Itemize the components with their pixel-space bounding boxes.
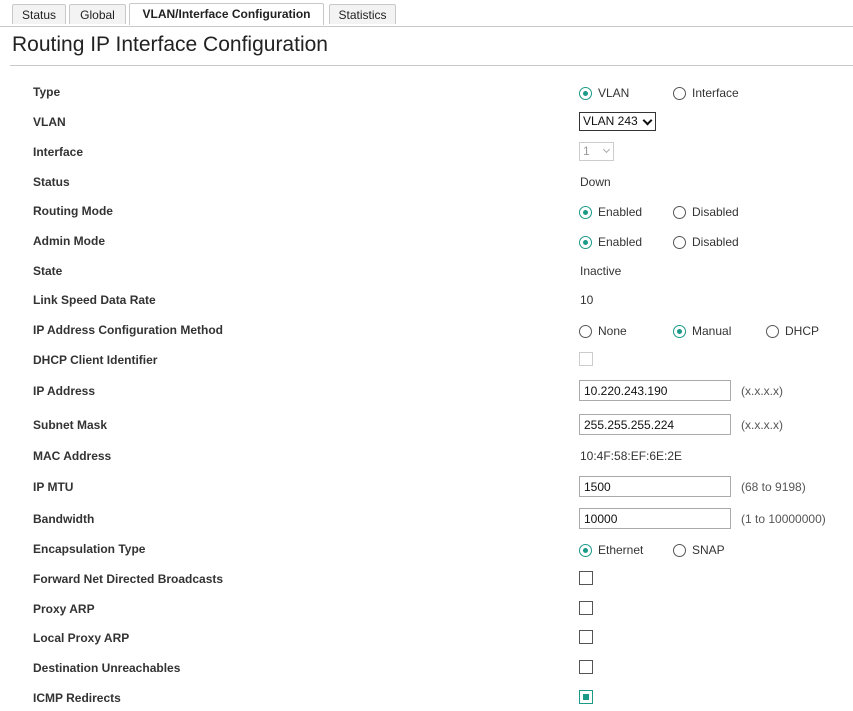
- ip-method-manual-radio[interactable]: Manual: [673, 322, 731, 340]
- row-type: Type VLAN Interface: [0, 81, 853, 105]
- routing-mode-label: Routing Mode: [33, 204, 113, 218]
- encapsulation-snap-radio[interactable]: SNAP: [673, 541, 725, 559]
- local-proxy-arp-checkbox[interactable]: [579, 630, 593, 644]
- bandwidth-input[interactable]: [579, 508, 731, 529]
- proxy-arp-label: Proxy ARP: [33, 602, 95, 616]
- encapsulation-ethernet-radio[interactable]: Ethernet: [579, 541, 643, 559]
- radio-icon: [579, 235, 592, 249]
- row-admin-mode: Admin Mode Enabled Disabled: [0, 230, 853, 254]
- type-vlan-radio[interactable]: VLAN: [579, 84, 629, 102]
- ip-address-hint: (x.x.x.x): [741, 384, 783, 398]
- radio-icon: [673, 86, 686, 100]
- row-vlan: VLAN VLAN 243: [0, 111, 853, 135]
- dhcp-client-id-label: DHCP Client Identifier: [33, 353, 158, 367]
- row-dest-unreach: Destination Unreachables: [0, 657, 853, 681]
- radio-icon: [673, 235, 686, 249]
- dhcp-client-id-checkbox[interactable]: [579, 352, 593, 366]
- status-value: Down: [580, 175, 611, 189]
- status-label: Status: [33, 175, 70, 189]
- page-title: Routing IP Interface Configuration: [12, 33, 328, 56]
- row-local-proxy-arp: Local Proxy ARP: [0, 627, 853, 651]
- state-value: Inactive: [580, 264, 622, 278]
- interface-select[interactable]: 1: [579, 142, 614, 161]
- ip-mtu-hint: (68 to 9198): [741, 480, 806, 494]
- row-state: State Inactive: [0, 260, 853, 284]
- row-ip-mtu: IP MTU (68 to 9198): [0, 476, 853, 500]
- local-proxy-arp-label: Local Proxy ARP: [33, 631, 130, 645]
- row-link-speed: Link Speed Data Rate 10: [0, 289, 853, 313]
- type-interface-radio[interactable]: Interface: [673, 84, 739, 102]
- type-label: Type: [33, 85, 61, 99]
- proxy-arp-checkbox[interactable]: [579, 601, 593, 615]
- row-interface: Interface 1: [0, 141, 853, 165]
- tab-bar: Status Global VLAN/Interface Configurati…: [0, 0, 853, 27]
- icmp-redirects-label: ICMP Redirects: [33, 691, 121, 705]
- admin-mode-enabled-radio[interactable]: Enabled: [579, 233, 642, 251]
- tab-global[interactable]: Global: [69, 4, 126, 24]
- row-icmp-redirects: ICMP Redirects: [0, 687, 853, 711]
- subnet-mask-label: Subnet Mask: [33, 418, 108, 432]
- ip-method-label: IP Address Configuration Method: [33, 323, 224, 337]
- chevron-down-icon: [602, 145, 611, 154]
- mac-address-value: 10:4F:58:EF:6E:2E: [580, 449, 683, 463]
- row-ip-address: IP Address (x.x.x.x): [0, 380, 853, 404]
- vlan-select[interactable]: VLAN 243: [579, 112, 656, 131]
- subnet-mask-hint: (x.x.x.x): [741, 418, 783, 432]
- row-bandwidth: Bandwidth (1 to 10000000): [0, 508, 853, 532]
- dest-unreach-checkbox[interactable]: [579, 660, 593, 674]
- ip-method-none-radio[interactable]: None: [579, 322, 627, 340]
- row-proxy-arp: Proxy ARP: [0, 598, 853, 622]
- vlan-label: VLAN: [33, 115, 66, 129]
- row-mac-address: MAC Address 10:4F:58:EF:6E:2E: [0, 445, 853, 469]
- row-status: Status Down: [0, 171, 853, 195]
- encapsulation-label: Encapsulation Type: [33, 542, 146, 556]
- interface-label: Interface: [33, 145, 84, 159]
- radio-icon: [766, 324, 779, 338]
- tab-vlan-interface-configuration[interactable]: VLAN/Interface Configuration: [129, 3, 324, 25]
- radio-icon: [673, 205, 686, 219]
- admin-mode-disabled-radio[interactable]: Disabled: [673, 233, 739, 251]
- row-fwd-net-bcast: Forward Net Directed Broadcasts: [0, 568, 853, 592]
- link-speed-value: 10: [580, 293, 594, 307]
- routing-mode-enabled-radio[interactable]: Enabled: [579, 203, 642, 221]
- bandwidth-hint: (1 to 10000000): [741, 512, 826, 526]
- ip-method-dhcp-radio[interactable]: DHCP: [766, 322, 819, 340]
- ip-mtu-input[interactable]: [579, 476, 731, 497]
- radio-icon: [579, 205, 592, 219]
- ip-address-label: IP Address: [33, 384, 96, 398]
- radio-icon: [673, 324, 686, 338]
- tab-status[interactable]: Status: [12, 4, 66, 24]
- subnet-mask-input[interactable]: [579, 414, 731, 435]
- admin-mode-label: Admin Mode: [33, 234, 105, 248]
- chevron-down-icon: [642, 115, 653, 126]
- bandwidth-label: Bandwidth: [33, 512, 95, 526]
- mac-address-label: MAC Address: [33, 449, 112, 463]
- title-divider: [10, 65, 853, 66]
- row-ip-method: IP Address Configuration Method None Man…: [0, 319, 853, 343]
- fwd-net-bcast-checkbox[interactable]: [579, 571, 593, 585]
- radio-icon: [579, 324, 592, 338]
- tab-statistics[interactable]: Statistics: [329, 4, 396, 24]
- row-encapsulation: Encapsulation Type Ethernet SNAP: [0, 538, 853, 562]
- row-subnet-mask: Subnet Mask (x.x.x.x): [0, 414, 853, 438]
- ip-mtu-label: IP MTU: [33, 480, 74, 494]
- link-speed-label: Link Speed Data Rate: [33, 293, 156, 307]
- ip-address-input[interactable]: [579, 380, 731, 401]
- icmp-redirects-checkbox[interactable]: [579, 690, 593, 704]
- fwd-net-bcast-label: Forward Net Directed Broadcasts: [33, 572, 224, 586]
- radio-icon: [579, 543, 592, 557]
- state-label: State: [33, 264, 63, 278]
- radio-icon: [579, 86, 592, 100]
- row-dhcp-client-id: DHCP Client Identifier: [0, 349, 853, 373]
- dest-unreach-label: Destination Unreachables: [33, 661, 181, 675]
- row-routing-mode: Routing Mode Enabled Disabled: [0, 200, 853, 224]
- routing-mode-disabled-radio[interactable]: Disabled: [673, 203, 739, 221]
- radio-icon: [673, 543, 686, 557]
